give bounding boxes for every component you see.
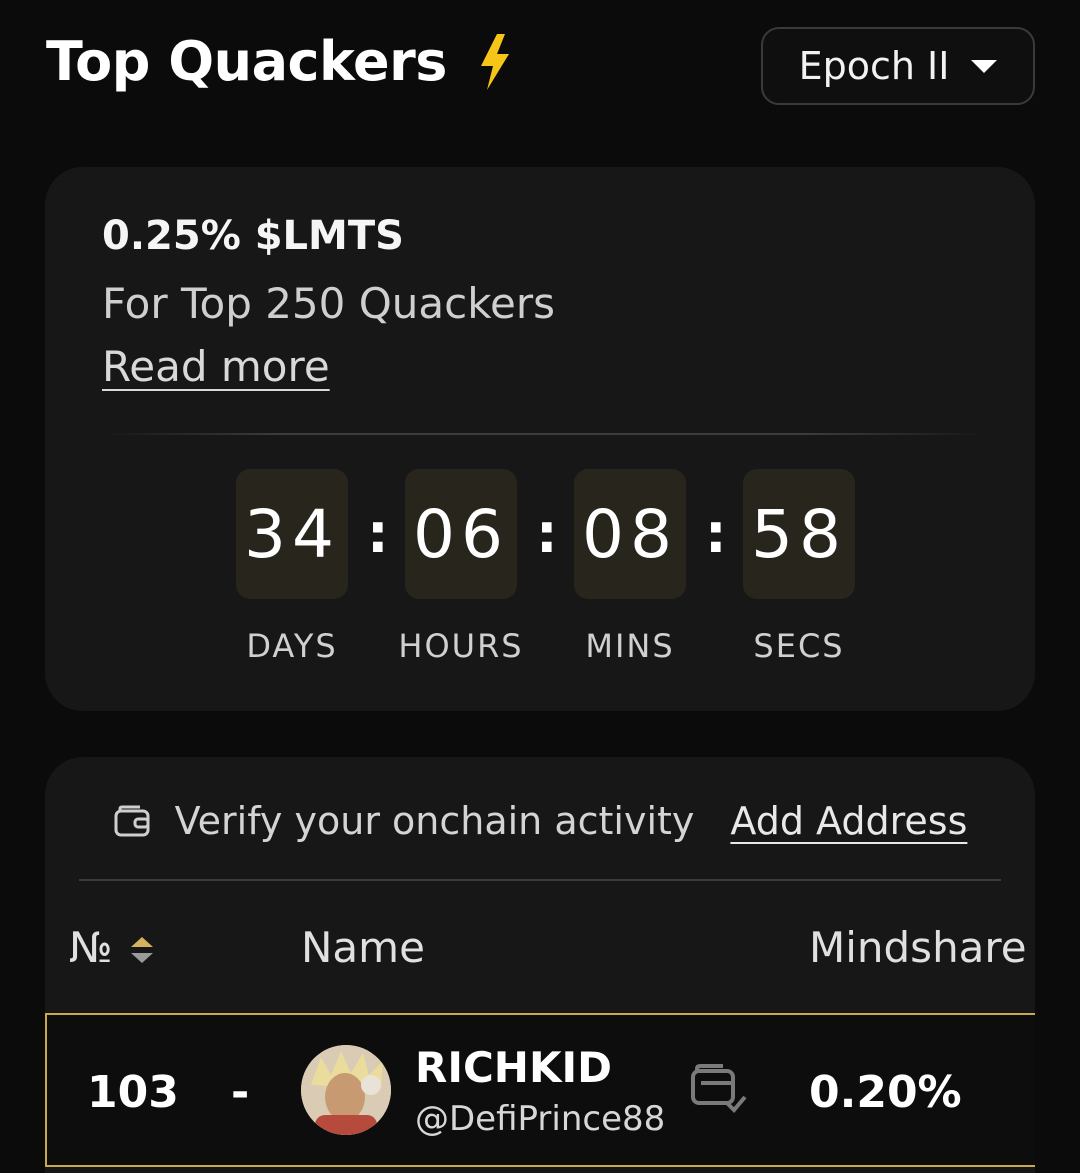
page-title: Top Quackers <box>46 30 447 93</box>
reward-amount: 0.25% $LMTS <box>102 213 404 259</box>
wallet-icon <box>114 805 150 837</box>
countdown-days: 34 <box>236 469 348 599</box>
board-divider <box>79 879 1001 881</box>
countdown-separator: : <box>536 502 558 565</box>
verified-wallet-icon <box>691 1064 747 1113</box>
avatar[interactable] <box>301 1045 391 1135</box>
countdown-mins: 08 <box>574 469 686 599</box>
countdown-label-mins: MINS <box>585 627 675 665</box>
avatar-image <box>301 1045 391 1135</box>
chevron-down-icon <box>971 59 998 73</box>
countdown-secs: 58 <box>743 469 855 599</box>
reward-divider <box>105 433 985 435</box>
leaderboard-card: Verify your onchain activity Add Address… <box>45 757 1035 1173</box>
row-rank-change: - <box>231 1067 250 1118</box>
verify-row: Verify your onchain activity Add Address <box>45 793 1035 849</box>
countdown-label-secs: SECS <box>753 627 845 665</box>
column-header-name[interactable]: Name <box>301 923 425 972</box>
column-header-rank: № <box>69 923 113 972</box>
row-rank: 103 <box>87 1067 179 1118</box>
add-address-link[interactable]: Add Address <box>730 799 967 843</box>
epoch-selected-value: Epoch II <box>798 44 950 88</box>
lightning-bolt-icon <box>480 33 509 90</box>
sort-icon[interactable] <box>129 935 155 965</box>
leaderboard-page: Top Quackers Epoch II 0.25% $LMTS For To… <box>0 0 1080 1173</box>
countdown-label-hours: HOURS <box>398 627 524 665</box>
countdown-hours: 06 <box>405 469 517 599</box>
countdown-separator: : <box>367 502 389 565</box>
countdown-separator: : <box>705 502 727 565</box>
table-row[interactable]: 103 - RICHKID @DefiPrince88 0.20% <box>45 1013 1035 1167</box>
read-more-link[interactable]: Read more <box>102 342 330 391</box>
reward-subtitle: For Top 250 Quackers <box>102 279 556 328</box>
reward-card: 0.25% $LMTS For Top 250 Quackers Read mo… <box>45 167 1035 711</box>
page-header: Top Quackers <box>46 30 515 93</box>
column-header-mindshare[interactable]: Mindshare <box>809 923 1027 972</box>
verify-text: Verify your onchain activity <box>174 799 695 843</box>
countdown-label-days: DAYS <box>246 627 338 665</box>
row-mindshare: 0.20% <box>809 1067 962 1118</box>
epoch-dropdown[interactable]: Epoch II <box>761 27 1035 105</box>
row-username: RICHKID <box>415 1043 612 1092</box>
row-handle[interactable]: @DefiPrince88 <box>415 1099 665 1139</box>
